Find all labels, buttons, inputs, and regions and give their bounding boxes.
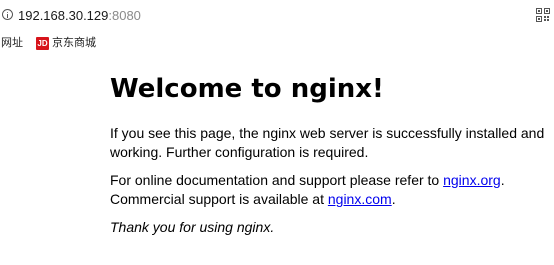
bookmarks-bar: 用网址 JD 京东商城 xyxy=(0,34,554,53)
qr-code-icon[interactable] xyxy=(536,8,550,22)
support-line1-prefix: For online documentation and support ple… xyxy=(110,172,444,188)
paragraph-thanks: Thank you for using nginx. xyxy=(110,219,275,235)
support-line1-suffix: . xyxy=(500,172,505,188)
url-host: 192.168.30.129 xyxy=(18,8,109,23)
info-icon[interactable] xyxy=(2,9,13,20)
nginx-org-link[interactable]: nginx.org xyxy=(443,172,501,188)
support-line2-prefix: Commercial support is available at xyxy=(110,191,328,207)
bookmark-common-sites[interactable]: 用网址 xyxy=(0,35,23,51)
paragraph-support: For online documentation and support ple… xyxy=(110,171,505,209)
bookmark-jd-label: 京东商城 xyxy=(52,36,96,49)
nginx-com-link[interactable]: nginx.com xyxy=(328,191,392,207)
jd-logo-icon: JD xyxy=(36,36,49,50)
support-line2-suffix: . xyxy=(391,191,396,207)
url-text[interactable]: 192.168.30.129:8080 xyxy=(18,8,141,23)
url-port: :8080 xyxy=(108,8,141,23)
page-title: Welcome to nginx! xyxy=(110,74,384,104)
address-bar[interactable]: 192.168.30.129:8080 xyxy=(0,0,554,35)
paragraph-install: If you see this page, the nginx web serv… xyxy=(110,124,544,162)
bookmark-jd[interactable]: JD 京东商城 xyxy=(36,35,96,51)
paragraph-install-line2: working. Further configuration is requir… xyxy=(110,144,369,160)
paragraph-install-line1: If you see this page, the nginx web serv… xyxy=(110,125,545,141)
